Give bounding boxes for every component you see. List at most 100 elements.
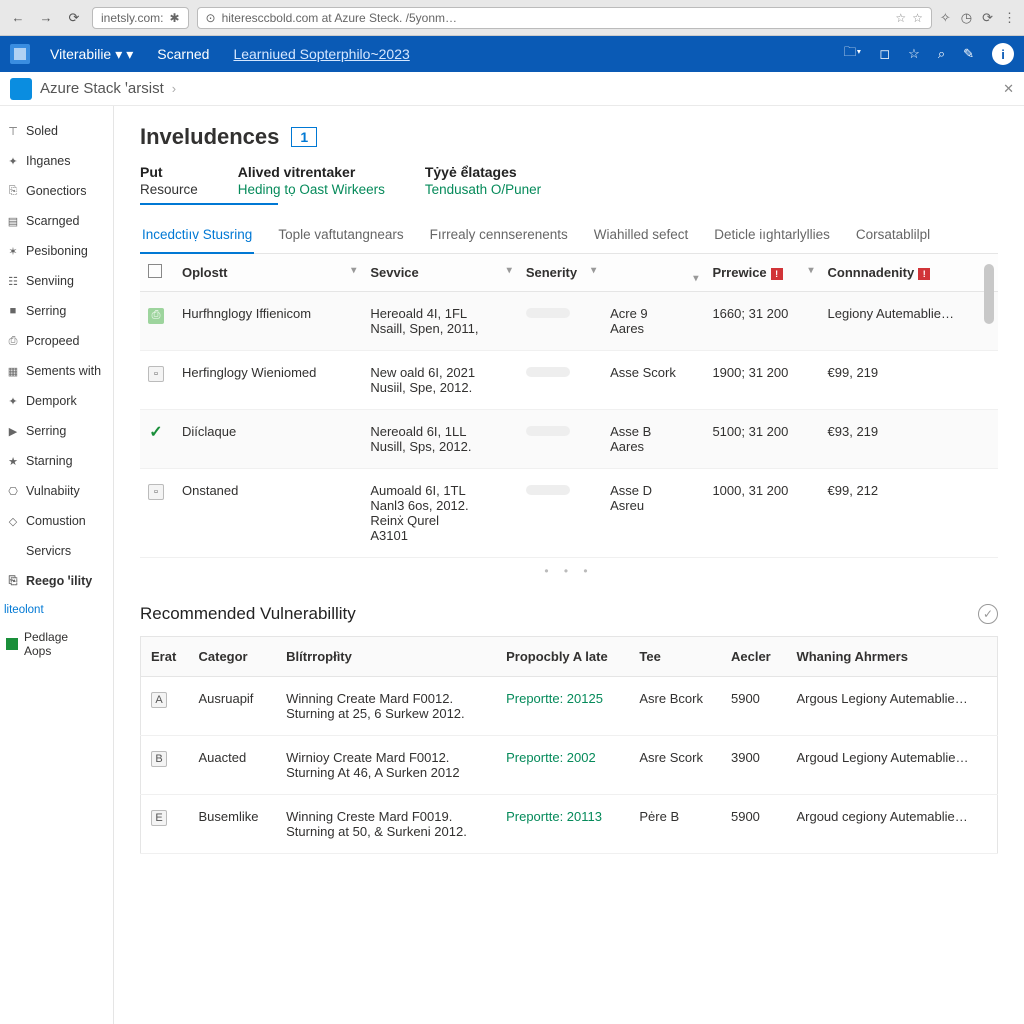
refresh2-icon[interactable]: ⟳: [982, 10, 993, 26]
sidebar-item-6[interactable]: ■Serring: [0, 296, 113, 326]
rec-table-row[interactable]: A Ausruapif Winning Create Mard F0012. S…: [141, 677, 998, 736]
cell-service: Aumoald 6I, 1TL Nanl3 6os, 2012. Reinẋ Q…: [362, 469, 517, 558]
subtab-2[interactable]: Fırrealy cennserenents: [428, 217, 570, 253]
header-tab-viterabilie[interactable]: Viterabilie ▾ ▾: [46, 46, 137, 63]
header-tab-scarned[interactable]: Scarned: [153, 46, 213, 62]
sidebar-item-10[interactable]: ▶Serring: [0, 416, 113, 446]
chevron-down-icon[interactable]: ▾: [591, 265, 596, 276]
subtab-4[interactable]: Deticle iıghtarlyllies: [712, 217, 832, 253]
bookmark-star2-icon[interactable]: ☆: [912, 11, 923, 25]
col-header-2[interactable]: Sevvice▾: [362, 254, 517, 292]
rec-col-header-0[interactable]: Erat: [141, 637, 189, 677]
sidebar-item-1[interactable]: ✦Ihganes: [0, 146, 113, 176]
sidebar-sublink[interactable]: liteolont: [0, 596, 113, 624]
rec-col-header-2[interactable]: Blítrropłìty: [276, 637, 496, 677]
rec-col-header-6[interactable]: Whaning Ahrmers: [786, 637, 997, 677]
favorite-icon[interactable]: ☆: [908, 46, 920, 62]
rec-cell-bit: Winning Create Mard F0012. Sturning at 2…: [276, 677, 496, 736]
rec-col-header-5[interactable]: Aecler: [721, 637, 786, 677]
chevron-down-icon[interactable]: ▾: [809, 265, 814, 276]
reload-button[interactable]: ⟳: [64, 8, 84, 28]
severity-pill: [526, 367, 570, 377]
sidebar-item-8[interactable]: ▦Sements with: [0, 356, 113, 386]
filter-0[interactable]: PutResource: [140, 164, 198, 197]
rec-cell-bit: Wirnioy Create Mard F0012. Sturning At 4…: [276, 736, 496, 795]
user-avatar[interactable]: i: [992, 43, 1014, 65]
forward-button[interactable]: →: [36, 8, 56, 28]
folder-icon: ⎘: [6, 574, 20, 588]
filter-value: Resource: [140, 182, 198, 197]
sidebar-item-13[interactable]: ◇Comustion: [0, 506, 113, 536]
sidebar-item-9[interactable]: ✦Dempork: [0, 386, 113, 416]
filter-1[interactable]: Alived vitrentakerHeding tọ Oast Wirkeer…: [238, 164, 385, 197]
table-row[interactable]: ⎙ Hurfhnglogy Iffienicom Hereoald 4I, 1F…: [140, 292, 998, 351]
sidebar-item-label: Scarnged: [26, 214, 80, 228]
subtab-5[interactable]: Corsatablilpl: [854, 217, 932, 253]
sidebar-item-label: Serring: [26, 424, 66, 438]
briefcase-icon[interactable]: 🗀▾: [844, 43, 862, 65]
menu-icon[interactable]: ⋮: [1003, 10, 1016, 26]
cell-confidence: Legiony Autemablie…: [820, 292, 998, 351]
search-icon[interactable]: ⌕: [938, 46, 945, 62]
col-header-0[interactable]: [140, 254, 174, 292]
pager-dots[interactable]: • • •: [140, 558, 998, 584]
sidebar-item-label: Senviing: [26, 274, 74, 288]
cell-price: 1660; 31 200: [704, 292, 819, 351]
filter-2[interactable]: Tẏyė ểlatagesTendusath O/Puner: [425, 164, 541, 197]
col-header-4[interactable]: ▾: [602, 254, 704, 292]
table-row[interactable]: ✓ Diíclaque Nereoald 6I, 1LL Nusill, Sps…: [140, 410, 998, 469]
sidebar-item-2[interactable]: ⎘Gonectiors: [0, 176, 113, 206]
rec-cell-tee: Asre Bcork: [629, 677, 721, 736]
app-logo-icon[interactable]: [10, 44, 30, 64]
sidebar-item-0[interactable]: ⊤Soled: [0, 116, 113, 146]
browser-chrome: ← → ⟳ inetsly.com: ✱ ⊙ hiteresccbold.com…: [0, 0, 1024, 36]
filter-label: Tẏyė ểlatages: [425, 164, 541, 180]
rec-col-header-3[interactable]: Propocbly A late: [496, 637, 629, 677]
chevron-down-icon[interactable]: ▾: [507, 265, 512, 276]
subtab-3[interactable]: Wiahilled sefect: [592, 217, 691, 253]
notification-icon[interactable]: ◻: [879, 46, 890, 62]
rec-table-row[interactable]: E Busemlike Winning Creste Mard F0019. S…: [141, 795, 998, 854]
select-all-checkbox[interactable]: [148, 264, 162, 278]
edit-icon[interactable]: ✎: [963, 46, 974, 62]
back-button[interactable]: ←: [8, 8, 28, 28]
bookmark-star-icon[interactable]: ☆: [895, 11, 906, 25]
col-header-6[interactable]: Connnadenity!▾: [820, 254, 998, 292]
scrollbar-thumb[interactable]: [984, 264, 994, 324]
rec-table-row[interactable]: B Auacted Wirnioy Create Mard F0012. Stu…: [141, 736, 998, 795]
table-row[interactable]: ▫ Onstaned Aumoald 6I, 1TL Nanl3 6os, 20…: [140, 469, 998, 558]
sidebar-item-label: liteolont: [4, 604, 44, 616]
table-row[interactable]: ▫ Herfinglogy Wieniomed New oald 6I, 202…: [140, 351, 998, 410]
sidebar-item-label: Ihganes: [26, 154, 70, 168]
sidebar-item-4[interactable]: ✶Pesiboning: [0, 236, 113, 266]
browser-tab-1[interactable]: inetsly.com: ✱: [92, 7, 189, 29]
subtab-0[interactable]: Incedctiıṿ Stusring: [140, 217, 254, 254]
chevron-down-icon[interactable]: ▾: [351, 265, 356, 276]
breadcrumb-text[interactable]: Azure Stack ꞌarsist: [40, 80, 164, 97]
sidebar-package[interactable]: Pedlage Aops: [0, 624, 113, 664]
sidebar-item-5[interactable]: ☷Senviing: [0, 266, 113, 296]
address-bar[interactable]: ⊙ hiteresccbold.com at Azure Steck. /5yo…: [197, 7, 932, 29]
ext-icon[interactable]: ✧: [940, 10, 951, 26]
chevron-down-icon[interactable]: ▾: [693, 273, 698, 284]
header-tab-learned[interactable]: Learniued Sopterphilo~2023: [229, 46, 413, 62]
rec-col-header-4[interactable]: Tee: [629, 637, 721, 677]
sidebar-item-12[interactable]: ⎔Vulnabiity: [0, 476, 113, 506]
page-title: Inveludences 1: [140, 124, 998, 150]
section2-check-icon[interactable]: ✓: [978, 604, 998, 624]
table-scrollbar[interactable]: [984, 254, 994, 584]
rec-col-header-1[interactable]: Categor: [189, 637, 277, 677]
clock-icon[interactable]: ◷: [961, 10, 972, 26]
col-header-5[interactable]: Prrewice!▾: [704, 254, 819, 292]
url-text: hiteresccbold.com at Azure Steck. /5yonm…: [222, 11, 457, 25]
sidebar-item-3[interactable]: ▤Scarnged: [0, 206, 113, 236]
sidebar-group-rego[interactable]: ⎘ Reego ꞌility: [0, 566, 113, 596]
sidebar-item-7[interactable]: ⎙Pcropeed: [0, 326, 113, 356]
sidebar-item-14[interactable]: Servicrs: [0, 536, 113, 566]
subtab-1[interactable]: Tople vaftutangnears: [276, 217, 405, 253]
col-header-1[interactable]: Oplostt▾: [174, 254, 362, 292]
lock-icon: ⊙: [206, 11, 216, 25]
close-blade-button[interactable]: ✕: [1003, 81, 1014, 97]
col-header-3[interactable]: Senerity▾: [518, 254, 602, 292]
sidebar-item-11[interactable]: ★Starning: [0, 446, 113, 476]
